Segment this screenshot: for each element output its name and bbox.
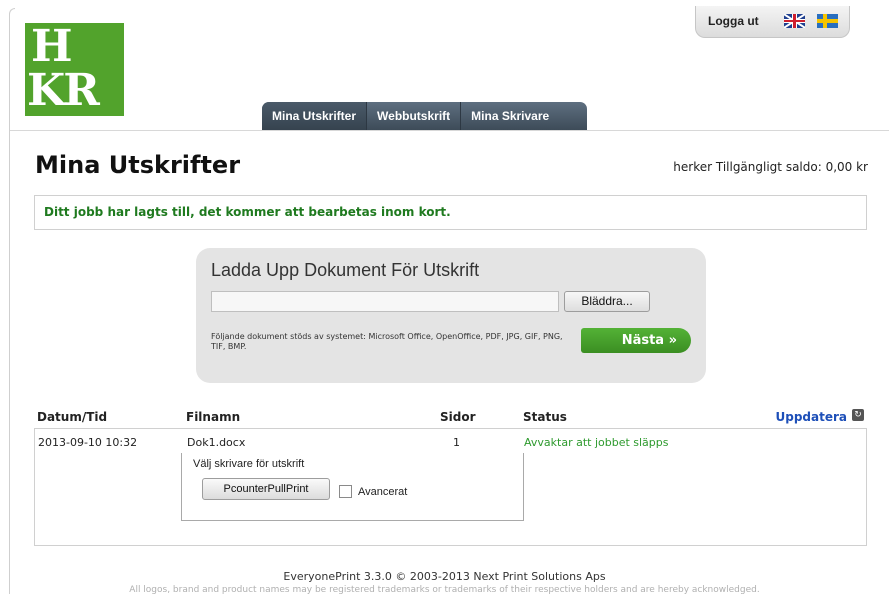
page-title: Mina Utskrifter — [35, 151, 241, 179]
refresh-icon[interactable]: ↻ — [852, 409, 864, 421]
sweden-flag-icon[interactable] — [817, 14, 838, 28]
hkr-logo: H KR — [25, 23, 124, 116]
tab-mina-utskrifter[interactable]: Mina Utskrifter — [262, 102, 368, 130]
next-button[interactable]: Nästa » — [581, 328, 691, 353]
jobs-table-body: 2013-09-10 10:32 Dok1.docx 1 Avvaktar at… — [34, 429, 867, 546]
top-user-bar: Logga ut — [695, 6, 850, 38]
logo-text-line1: H — [31, 21, 73, 72]
job-date: 2013-09-10 10:32 — [38, 436, 138, 449]
printer-selection-box: Välj skrivare för utskrift PcounterPullP… — [181, 453, 524, 521]
balance-text: herker Tillgängligt saldo: 0,00 kr — [673, 160, 868, 174]
printer-button[interactable]: PcounterPullPrint — [202, 478, 330, 500]
main-nav-tabs: Mina Utskrifter Webbutskrift Mina Skriva… — [262, 102, 587, 130]
logo-text-line2: KR — [27, 65, 100, 116]
file-path-input[interactable] — [211, 291, 559, 312]
upload-panel: Ladda Upp Dokument För Utskrift Bläddra.… — [196, 248, 706, 383]
upload-title: Ladda Upp Dokument För Utskrift — [211, 260, 480, 280]
printer-select-label: Välj skrivare för utskrift — [193, 458, 305, 470]
column-header-date: Datum/Tid — [37, 410, 108, 424]
header-divider — [10, 130, 889, 131]
logout-link[interactable]: Logga ut — [708, 14, 759, 28]
supported-formats-text: Följande dokument stöds av systemet: Mic… — [211, 332, 563, 351]
job-filename: Dok1.docx — [187, 436, 246, 449]
job-pages: 1 — [453, 436, 460, 449]
footer-trademark-notice: All logos, brand and product names may b… — [129, 585, 760, 594]
browse-button[interactable]: Bläddra... — [564, 291, 650, 312]
footer-copyright: EveryonePrint 3.3.0 © 2003-2013 Next Pri… — [283, 570, 606, 583]
tab-webbutskrift[interactable]: Webbutskrift — [367, 102, 462, 130]
column-header-filename: Filnamn — [186, 410, 241, 424]
column-header-status: Status — [523, 410, 567, 424]
jobs-table-header: Datum/Tid Filnamn Sidor Status Uppdatera… — [34, 404, 867, 429]
tab-mina-skrivare[interactable]: Mina Skrivare — [461, 102, 559, 130]
job-status: Avvaktar att jobbet släpps — [524, 436, 669, 449]
advanced-checkbox[interactable] — [339, 485, 352, 498]
success-notice: Ditt jobb har lagts till, det kommer att… — [34, 195, 867, 230]
refresh-link[interactable]: Uppdatera — [775, 410, 847, 424]
uk-flag-icon[interactable] — [784, 14, 805, 28]
advanced-label: Avancerat — [358, 486, 408, 498]
window-frame-left — [9, 14, 10, 594]
column-header-pages: Sidor — [440, 410, 476, 424]
